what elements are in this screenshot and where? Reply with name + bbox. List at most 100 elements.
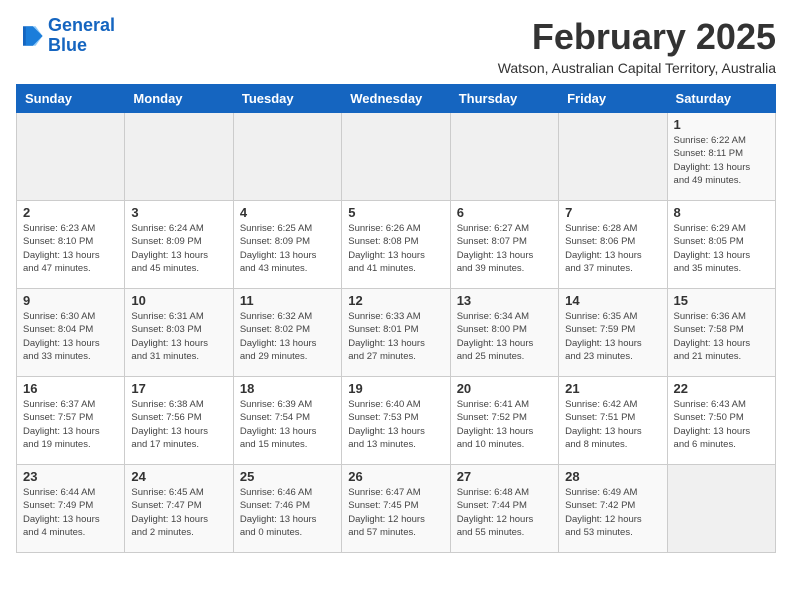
day-info: Sunrise: 6:32 AMSunset: 8:02 PMDaylight:… — [240, 310, 335, 363]
day-info: Sunrise: 6:29 AMSunset: 8:05 PMDaylight:… — [674, 222, 769, 275]
day-number: 3 — [131, 205, 226, 220]
day-info: Sunrise: 6:40 AMSunset: 7:53 PMDaylight:… — [348, 398, 443, 451]
calendar-day-cell: 10 Sunrise: 6:31 AMSunset: 8:03 PMDayligh… — [125, 289, 233, 377]
logo-text: General Blue — [48, 16, 115, 56]
day-number: 7 — [565, 205, 660, 220]
calendar-day-cell: 7 Sunrise: 6:28 AMSunset: 8:06 PMDaylight… — [559, 201, 667, 289]
day-of-week-header: Saturday — [667, 85, 775, 113]
calendar-day-cell: 27 Sunrise: 6:48 AMSunset: 7:44 PMDayligh… — [450, 465, 558, 553]
day-number: 13 — [457, 293, 552, 308]
day-number: 21 — [565, 381, 660, 396]
calendar-day-cell: 12Sunrise: 6:33 AMSunset: 8:01 PMDayligh… — [342, 289, 450, 377]
day-number: 1 — [674, 117, 769, 132]
calendar-day-cell — [17, 113, 125, 201]
day-info: Sunrise: 6:38 AMSunset: 7:56 PMDaylight:… — [131, 398, 226, 451]
day-of-week-header: Thursday — [450, 85, 558, 113]
calendar-day-cell — [559, 113, 667, 201]
day-number: 12 — [348, 293, 443, 308]
day-info: Sunrise: 6:34 AMSunset: 8:00 PMDaylight:… — [457, 310, 552, 363]
day-number: 27 — [457, 469, 552, 484]
day-of-week-header: Friday — [559, 85, 667, 113]
calendar-day-cell: 9 Sunrise: 6:30 AMSunset: 8:04 PMDaylight… — [17, 289, 125, 377]
logo-icon — [16, 22, 44, 50]
day-info: Sunrise: 6:27 AMSunset: 8:07 PMDaylight:… — [457, 222, 552, 275]
calendar-day-cell — [233, 113, 341, 201]
day-number: 4 — [240, 205, 335, 220]
calendar-day-cell — [125, 113, 233, 201]
calendar-week-row: 23 Sunrise: 6:44 AMSunset: 7:49 PMDayligh… — [17, 465, 776, 553]
day-number: 6 — [457, 205, 552, 220]
calendar-day-cell: 14 Sunrise: 6:35 AMSunset: 7:59 PMDayligh… — [559, 289, 667, 377]
day-info: Sunrise: 6:48 AMSunset: 7:44 PMDaylight:… — [457, 486, 552, 539]
calendar-day-cell: 23 Sunrise: 6:44 AMSunset: 7:49 PMDayligh… — [17, 465, 125, 553]
day-info: Sunrise: 6:41 AMSunset: 7:52 PMDaylight:… — [457, 398, 552, 451]
calendar-week-row: 9 Sunrise: 6:30 AMSunset: 8:04 PMDaylight… — [17, 289, 776, 377]
calendar-week-row: 16 Sunrise: 6:37 AMSunset: 7:57 PMDayligh… — [17, 377, 776, 465]
day-info: Sunrise: 6:42 AMSunset: 7:51 PMDaylight:… — [565, 398, 660, 451]
calendar-table: SundayMondayTuesdayWednesdayThursdayFrid… — [16, 84, 776, 553]
day-number: 25 — [240, 469, 335, 484]
calendar-day-cell: 1 Sunrise: 6:22 AMSunset: 8:11 PMDaylight… — [667, 113, 775, 201]
day-of-week-header: Tuesday — [233, 85, 341, 113]
day-number: 16 — [23, 381, 118, 396]
day-number: 10 — [131, 293, 226, 308]
day-number: 26 — [348, 469, 443, 484]
calendar-day-cell: 6 Sunrise: 6:27 AMSunset: 8:07 PMDaylight… — [450, 201, 558, 289]
calendar-day-cell: 28 Sunrise: 6:49 AMSunset: 7:42 PMDayligh… — [559, 465, 667, 553]
day-number: 28 — [565, 469, 660, 484]
logo-line2: Blue — [48, 35, 87, 55]
calendar-day-cell — [342, 113, 450, 201]
day-number: 8 — [674, 205, 769, 220]
calendar-day-cell: 22 Sunrise: 6:43 AMSunset: 7:50 PMDayligh… — [667, 377, 775, 465]
day-info: Sunrise: 6:30 AMSunset: 8:04 PMDaylight:… — [23, 310, 118, 363]
day-info: Sunrise: 6:46 AMSunset: 7:46 PMDaylight:… — [240, 486, 335, 539]
day-number: 18 — [240, 381, 335, 396]
page-container: General Blue February 2025 Watson, Austr… — [16, 16, 776, 553]
day-info: Sunrise: 6:36 AMSunset: 7:58 PMDaylight:… — [674, 310, 769, 363]
calendar-day-cell: 4 Sunrise: 6:25 AMSunset: 8:09 PMDaylight… — [233, 201, 341, 289]
calendar-day-cell: 21 Sunrise: 6:42 AMSunset: 7:51 PMDayligh… — [559, 377, 667, 465]
day-info: Sunrise: 6:23 AMSunset: 8:10 PMDaylight:… — [23, 222, 118, 275]
day-info: Sunrise: 6:37 AMSunset: 7:57 PMDaylight:… — [23, 398, 118, 451]
day-number: 5 — [348, 205, 443, 220]
day-number: 19 — [348, 381, 443, 396]
day-info: Sunrise: 6:39 AMSunset: 7:54 PMDaylight:… — [240, 398, 335, 451]
calendar-day-cell: 18 Sunrise: 6:39 AMSunset: 7:54 PMDayligh… — [233, 377, 341, 465]
day-number: 24 — [131, 469, 226, 484]
calendar-day-cell: 19 Sunrise: 6:40 AMSunset: 7:53 PMDayligh… — [342, 377, 450, 465]
day-of-week-header: Monday — [125, 85, 233, 113]
day-info: Sunrise: 6:25 AMSunset: 8:09 PMDaylight:… — [240, 222, 335, 275]
day-info: Sunrise: 6:47 AMSunset: 7:45 PMDaylight:… — [348, 486, 443, 539]
title-area: February 2025 Watson, Australian Capital… — [498, 16, 776, 76]
calendar-day-cell: 24 Sunrise: 6:45 AMSunset: 7:47 PMDayligh… — [125, 465, 233, 553]
logo: General Blue — [16, 16, 115, 56]
day-info: Sunrise: 6:35 AMSunset: 7:59 PMDaylight:… — [565, 310, 660, 363]
calendar-week-row: 2Sunrise: 6:23 AMSunset: 8:10 PMDaylight… — [17, 201, 776, 289]
calendar-day-cell: 17 Sunrise: 6:38 AMSunset: 7:56 PMDayligh… — [125, 377, 233, 465]
calendar-day-cell: 5 Sunrise: 6:26 AMSunset: 8:08 PMDaylight… — [342, 201, 450, 289]
header: General Blue February 2025 Watson, Austr… — [16, 16, 776, 76]
day-info: Sunrise: 6:22 AMSunset: 8:11 PMDaylight:… — [674, 134, 769, 187]
calendar-day-cell — [450, 113, 558, 201]
day-info: Sunrise: 6:49 AMSunset: 7:42 PMDaylight:… — [565, 486, 660, 539]
day-number: 22 — [674, 381, 769, 396]
calendar-week-row: 1 Sunrise: 6:22 AMSunset: 8:11 PMDaylight… — [17, 113, 776, 201]
day-number: 20 — [457, 381, 552, 396]
day-info: Sunrise: 6:43 AMSunset: 7:50 PMDaylight:… — [674, 398, 769, 451]
day-info: Sunrise: 6:45 AMSunset: 7:47 PMDaylight:… — [131, 486, 226, 539]
calendar-day-cell: 20 Sunrise: 6:41 AMSunset: 7:52 PMDayligh… — [450, 377, 558, 465]
day-info: Sunrise: 6:44 AMSunset: 7:49 PMDaylight:… — [23, 486, 118, 539]
day-number: 14 — [565, 293, 660, 308]
logo-line1: General — [48, 15, 115, 35]
calendar-day-cell: 26 Sunrise: 6:47 AMSunset: 7:45 PMDayligh… — [342, 465, 450, 553]
day-info: Sunrise: 6:28 AMSunset: 8:06 PMDaylight:… — [565, 222, 660, 275]
month-year-title: February 2025 — [498, 16, 776, 58]
day-info: Sunrise: 6:24 AMSunset: 8:09 PMDaylight:… — [131, 222, 226, 275]
day-number: 9 — [23, 293, 118, 308]
calendar-day-cell: 13 Sunrise: 6:34 AMSunset: 8:00 PMDayligh… — [450, 289, 558, 377]
day-of-week-header: Sunday — [17, 85, 125, 113]
day-number: 17 — [131, 381, 226, 396]
day-info: Sunrise: 6:26 AMSunset: 8:08 PMDaylight:… — [348, 222, 443, 275]
day-info: Sunrise: 6:31 AMSunset: 8:03 PMDaylight:… — [131, 310, 226, 363]
day-number: 23 — [23, 469, 118, 484]
